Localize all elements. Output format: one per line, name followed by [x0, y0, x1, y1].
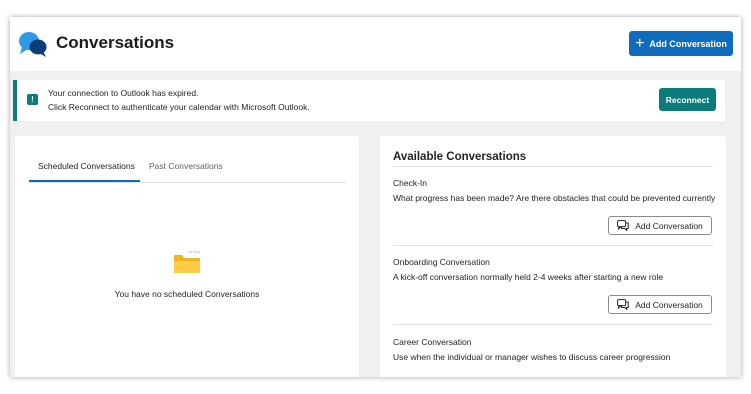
tabs-divider: [29, 182, 346, 183]
info-icon: !: [27, 94, 38, 105]
item-divider: [393, 324, 713, 325]
folder-icon: [174, 251, 200, 273]
available-conversations-panel: Available Conversations Check-In What pr…: [380, 136, 726, 377]
conversation-title: Check-In: [393, 178, 428, 188]
app-window: Conversations + Add Conversation ! Your …: [10, 17, 741, 377]
tab-scheduled-conversations[interactable]: Scheduled Conversations: [38, 161, 135, 171]
add-conversation-label: Add Conversation: [649, 38, 727, 49]
page-header: Conversations + Add Conversation: [10, 17, 741, 71]
page-title: Conversations: [56, 33, 175, 52]
add-check-in-button[interactable]: Add Conversation: [608, 216, 712, 235]
empty-state-text: You have no scheduled Conversations: [114, 289, 260, 299]
tab-past-conversations[interactable]: Past Conversations: [149, 161, 223, 171]
section-divider: [393, 166, 713, 167]
plus-icon: +: [635, 34, 645, 52]
chat-bubbles-icon: [19, 32, 47, 57]
conversation-description: Use when the individual or manager wishe…: [393, 352, 671, 362]
conversation-title: Onboarding Conversation: [393, 257, 490, 267]
outlook-expired-alert: ! Your connection to Outlook has expired…: [13, 80, 725, 121]
reconnect-button[interactable]: Reconnect: [659, 88, 716, 111]
add-onboarding-button[interactable]: Add Conversation: [608, 295, 712, 314]
available-conversations-title: Available Conversations: [393, 151, 527, 163]
conversation-title: Career Conversation: [393, 337, 472, 347]
add-conversation-button[interactable]: + Add Conversation: [629, 31, 733, 56]
add-conversation-label: Add Conversation: [635, 220, 703, 231]
conversation-description: A kick-off conversation normally held 2-…: [393, 272, 664, 282]
alert-title: Your connection to Outlook has expired.: [48, 88, 199, 98]
add-conversation-label: Add Conversation: [635, 299, 703, 310]
item-divider: [393, 245, 713, 246]
conversations-tabs-panel: Scheduled Conversations Past Conversatio…: [15, 136, 359, 377]
conversation-description: What progress has been made? Are there o…: [393, 193, 716, 203]
alert-description: Click Reconnect to authenticate your cal…: [48, 102, 310, 112]
chat-icon: [617, 299, 629, 310]
chat-icon: [617, 220, 629, 231]
